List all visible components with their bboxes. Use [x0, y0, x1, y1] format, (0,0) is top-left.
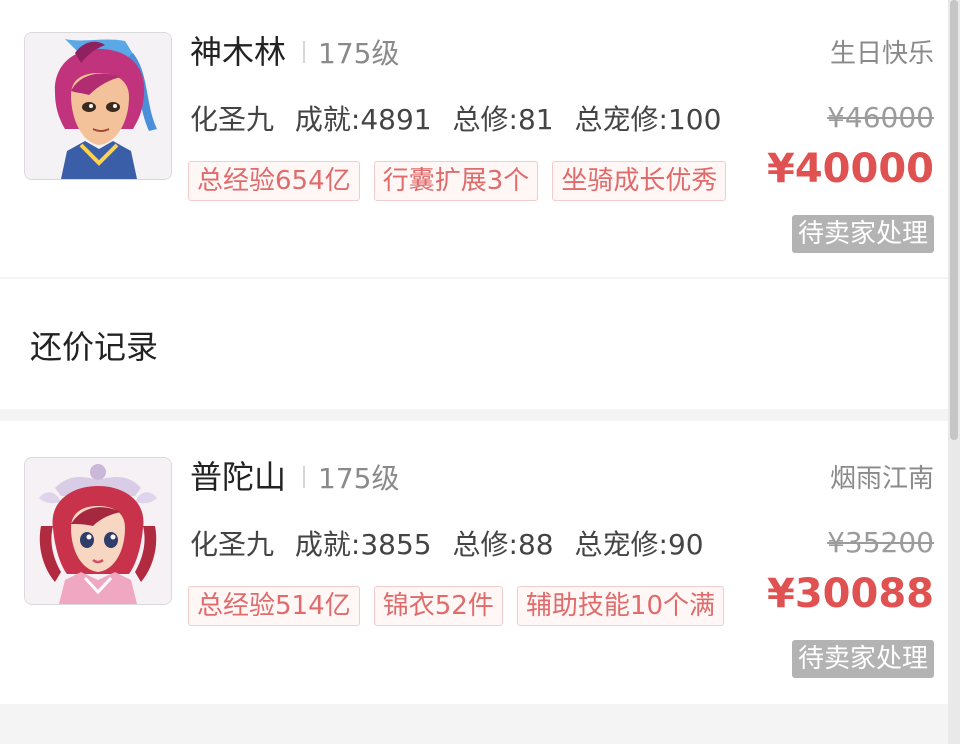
stat-item: 总修:81 [452, 103, 554, 136]
tag: 行囊扩展3个 [373, 161, 539, 201]
bottom-spacer [0, 704, 948, 744]
character-avatar [24, 32, 172, 180]
divider [303, 41, 305, 63]
current-price: ¥30088 [767, 571, 934, 617]
tag: 锦衣52件 [373, 586, 503, 626]
original-price: ¥46000 [827, 101, 934, 134]
character-stats: 化圣九 成就:4891 总修:81 总宠修:100 [190, 100, 733, 140]
stat-item: 总修:88 [452, 528, 554, 561]
original-price: ¥35200 [827, 526, 934, 559]
stat-item: 化圣九 [190, 103, 275, 136]
character-school: 普陀山 [190, 458, 287, 496]
male-character-avatar-icon [25, 33, 171, 179]
character-level: 175级 [318, 462, 400, 495]
scrollbar-track[interactable] [948, 0, 960, 744]
listing-card[interactable]: 神木林 175级 生日快乐 化圣九 成就:4891 总修:81 总宠修:100 … [0, 0, 948, 277]
tag: 坐骑成长优秀 [552, 161, 727, 201]
character-level: 175级 [318, 37, 400, 70]
offer-history-section: 还价记录 [0, 279, 948, 409]
female-character-avatar-icon [25, 458, 171, 604]
stat-item: 成就:4891 [294, 103, 432, 136]
tag-list: 总经验514亿 锦衣52件 辅助技能10个满 [188, 586, 733, 626]
character-avatar [24, 457, 172, 605]
divider [303, 466, 305, 488]
tag: 总经验654亿 [188, 161, 360, 201]
current-price: ¥40000 [767, 146, 934, 192]
tag: 总经验514亿 [188, 586, 360, 626]
character-stats: 化圣九 成就:3855 总修:88 总宠修:90 [190, 525, 716, 565]
tag: 辅助技能10个满 [516, 586, 725, 626]
stat-item: 总宠修:100 [574, 103, 722, 136]
stat-item: 总宠修:90 [574, 528, 704, 561]
scrollbar-thumb[interactable] [950, 0, 958, 440]
character-school: 神木林 [190, 33, 287, 71]
server-name: 烟雨江南 [829, 464, 934, 494]
page: 神木林 175级 生日快乐 化圣九 成就:4891 总修:81 总宠修:100 … [0, 0, 960, 744]
section-title: 还价记录 [30, 328, 159, 366]
stat-item: 成就:3855 [294, 528, 432, 561]
server-name: 生日快乐 [829, 39, 934, 69]
status-badge[interactable]: 待卖家处理 [791, 640, 934, 678]
stat-item: 化圣九 [190, 528, 275, 561]
tag-list: 总经验654亿 行囊扩展3个 坐骑成长优秀 [188, 161, 735, 201]
status-badge[interactable]: 待卖家处理 [791, 215, 934, 253]
listing-card[interactable]: 普陀山 175级 烟雨江南 化圣九 成就:3855 总修:88 总宠修:90 总… [0, 421, 948, 704]
